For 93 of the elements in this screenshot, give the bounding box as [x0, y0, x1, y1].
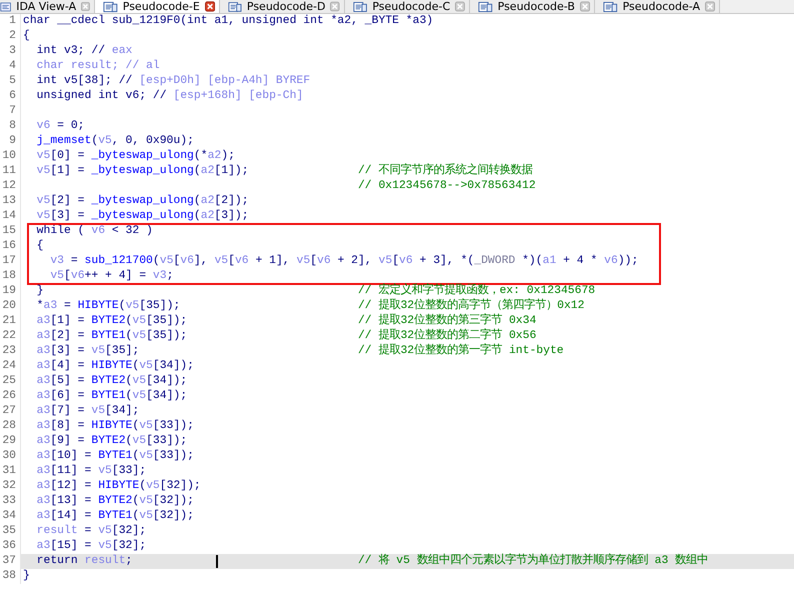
line-number: 36	[0, 539, 21, 554]
line-number: 3	[0, 44, 21, 59]
line-number: 27	[0, 404, 21, 419]
line-number: 15	[0, 224, 21, 239]
code-line: a3[1] = BYTE2(v5[35]);	[36, 314, 188, 329]
code-line: v3 = sub_121700(v5[v6], v5[v6 + 1], v5[v6 + 2], v5[v6 + 3], *(_DWORD *)(a1 + 4 * v6));	[49, 254, 638, 269]
line-number: 32	[0, 479, 21, 494]
line-number: 24	[0, 359, 21, 374]
line-number: 22	[0, 329, 21, 344]
line-number: 30	[0, 449, 21, 464]
code-line: a3[3] = v5[35];	[36, 344, 140, 359]
code-line: char result; // al	[36, 59, 161, 74]
line-number: 29	[0, 434, 21, 449]
document-icon	[103, 0, 118, 12]
line-number: 35	[0, 524, 21, 539]
code-line: int v5[38]; // [esp+D0h] [ebp-A4h] BYREF	[36, 74, 312, 89]
code-line: return result;	[36, 554, 134, 569]
line-number: 23	[0, 344, 21, 359]
document-icon	[603, 0, 618, 12]
code-line: }	[23, 569, 31, 584]
line-number: 5	[0, 74, 21, 89]
code-line: v5[3] = _byteswap_ulong(a2[3]);	[36, 209, 250, 224]
code-comment: // 提取32位整数的第一字节 int-byte	[358, 344, 564, 359]
code-line: v5[2] = _byteswap_ulong(a2[2]);	[36, 194, 250, 209]
line-number: 2	[0, 29, 21, 44]
code-line: char __cdecl sub_1219F0(int a1, unsigned int *a2, _BYTE *a3)	[23, 14, 434, 29]
code-comment: // 提取32位整数的第三字节 0x34	[358, 314, 536, 328]
line-number: 21	[0, 314, 21, 329]
code-line: a3[10] = BYTE1(v5[33]);	[36, 449, 195, 464]
code-line: v6 = 0;	[36, 119, 86, 134]
line-number: 18	[0, 269, 21, 284]
editor-tab[interactable]: Pseudocode-A	[595, 0, 720, 13]
line-number: 26	[0, 389, 21, 404]
code-line: }	[36, 284, 45, 299]
code-line: a3[5] = BYTE2(v5[34]);	[36, 374, 188, 389]
code-comment: // 0x12345678-->0x78563412	[358, 179, 536, 194]
code-line: result = v5[32];	[36, 524, 148, 539]
line-number: 33	[0, 494, 21, 509]
code-line: j_memset(v5, 0, 0x90u);	[36, 134, 195, 149]
code-line: while ( v6 < 32 )	[36, 224, 154, 239]
code-line: a3[14] = BYTE1(v5[32]);	[36, 509, 195, 524]
code-line: a3[13] = BYTE2(v5[32]);	[36, 494, 195, 509]
code-comment: // 将 v5 数组中四个元素以字节为单位打散并顺序存储到 a3 数组中	[358, 554, 708, 569]
line-number: 17	[0, 254, 21, 269]
code-line: a3[9] = BYTE2(v5[33]);	[36, 434, 188, 449]
line-number: 1	[0, 14, 21, 29]
code-line: a3[4] = HIBYTE(v5[34]);	[36, 359, 195, 374]
code-line: *a3 = HIBYTE(v5[35]);	[36, 299, 182, 314]
code-line: {	[23, 29, 31, 44]
code-line: v5[1] = _byteswap_ulong(a2[1]);	[36, 164, 250, 179]
line-number: 13	[0, 194, 21, 209]
code-line: unsigned int v6; // [esp+168h] [ebp-Ch]	[36, 89, 304, 104]
line-number: 16	[0, 239, 21, 254]
line-number: 14	[0, 209, 21, 224]
code-comment: // 宏定义和字节提取函数，ex: 0x12345678	[358, 284, 596, 298]
code-line: {	[36, 239, 45, 254]
code-line: a3[6] = BYTE1(v5[34]);	[36, 389, 188, 404]
editor-tab[interactable]: Pseudocode-E	[95, 0, 220, 13]
line-number: 19	[0, 284, 21, 299]
line-number: 38	[0, 569, 21, 584]
line-number: 6	[0, 89, 21, 104]
line-number: 25	[0, 374, 21, 389]
code-line: a3[8] = HIBYTE(v5[33]);	[36, 419, 195, 434]
line-number: 12	[0, 179, 21, 194]
editor-tab[interactable]: Pseudocode-B	[470, 0, 595, 13]
code-line: a3[12] = HIBYTE(v5[32]);	[36, 479, 202, 494]
code-comment: // 不同字节序的系统之间转换数据	[358, 164, 532, 179]
editor-tab[interactable]: IDA View-A	[0, 0, 95, 13]
code-comment: // 提取32位整数的第二字节 0x56	[358, 329, 536, 343]
line-number: 10	[0, 149, 21, 164]
code-comment: // 提取32位整数的高字节（第四字节）0x12	[358, 299, 584, 313]
line-number: 8	[0, 119, 21, 134]
line-number: 34	[0, 509, 21, 524]
line-number: 4	[0, 59, 21, 74]
line-number: 31	[0, 464, 21, 479]
line-number: 20	[0, 299, 21, 314]
line-number: 9	[0, 134, 21, 149]
code-line: v5[v6++ + 4] = v3;	[49, 269, 174, 284]
editor-tab[interactable]: Pseudocode-D	[220, 0, 345, 13]
code-line: a3[7] = v5[34];	[36, 404, 140, 419]
document-icon	[228, 0, 242, 12]
editor-tab[interactable]: Pseudocode-C	[345, 0, 470, 13]
code-line: v5[0] = _byteswap_ulong(*a2);	[36, 149, 236, 164]
line-number: 28	[0, 419, 21, 434]
document-icon	[478, 0, 493, 12]
code-line: int v3; // eax	[36, 44, 134, 59]
code-line: a3[11] = v5[33];	[36, 464, 148, 479]
close-icon[interactable]	[204, 1, 215, 12]
code-line: a3[2] = BYTE1(v5[35]);	[36, 329, 188, 344]
line-number: 7	[0, 104, 21, 119]
document-icon	[353, 0, 368, 12]
line-number: 11	[0, 164, 21, 179]
code-line: a3[15] = v5[32];	[36, 539, 148, 554]
